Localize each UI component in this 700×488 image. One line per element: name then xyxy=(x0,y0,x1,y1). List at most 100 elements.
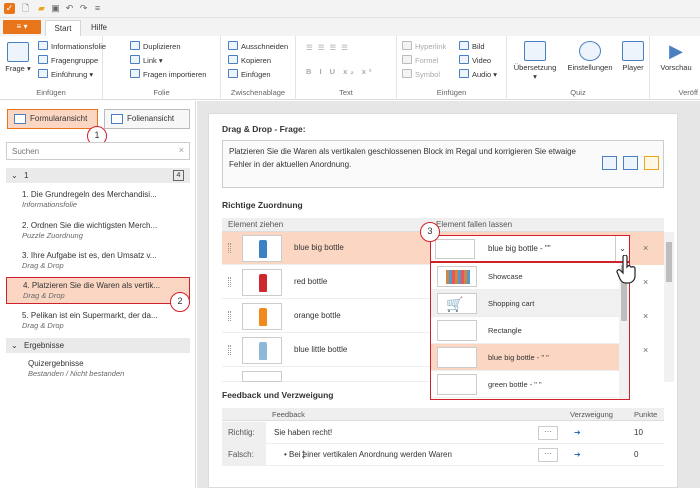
chevron-down-icon: ⌄ xyxy=(11,341,18,350)
audio-button[interactable]: Audio ▾ xyxy=(459,69,497,80)
tab-start[interactable]: Start xyxy=(45,20,81,36)
bottle-thumbnail xyxy=(242,337,282,364)
dropdown-option[interactable]: Showcase xyxy=(431,263,619,290)
copy-icon xyxy=(228,55,238,64)
dropdown-option[interactable]: green bottle - " " xyxy=(431,371,619,398)
frage-button[interactable]: Frage ▾ xyxy=(5,42,31,73)
ribbon-group-text: ☰☰☰☰ B I U x₂ x² Text xyxy=(296,36,397,100)
table-scroll-thumb[interactable] xyxy=(666,242,672,282)
feedback-text[interactable]: Sie haben recht! xyxy=(274,422,332,444)
quiz-results-item[interactable]: Quizergebnisse Bestanden / Nicht bestande… xyxy=(6,356,190,383)
audio-icon xyxy=(459,69,469,78)
form-view-button[interactable]: Formularansicht xyxy=(7,109,98,129)
text-format-buttons[interactable]: B I U x₂ x² xyxy=(306,66,374,77)
duplicate-button[interactable]: Duplizieren xyxy=(130,41,181,52)
bottle-shape xyxy=(259,308,267,326)
paste-button[interactable]: Einfügen xyxy=(228,69,271,80)
question-group-button[interactable]: Fragengruppe xyxy=(38,55,98,66)
settings-button[interactable]: Einstellungen xyxy=(563,41,617,72)
copy-button[interactable]: Kopieren xyxy=(228,55,271,66)
undo-icon[interactable]: ↶ xyxy=(64,3,75,14)
callout-badge-2: 2 xyxy=(170,292,190,312)
group-label-text: Text xyxy=(339,88,353,97)
customize-quick-access-icon[interactable]: ≡ xyxy=(92,3,103,14)
ribbon: Frage ▾ Informationsfolie Fragengruppe E… xyxy=(0,36,700,100)
drop-target-select[interactable]: blue big bottle - "" ⌄ xyxy=(430,235,630,262)
dropdown-option[interactable]: blue big bottle - " " xyxy=(431,344,619,371)
link-button[interactable]: Link ▾ xyxy=(130,55,163,66)
group-label-einfuegen: Einfügen xyxy=(36,88,66,97)
col-feedback-header: Feedback xyxy=(272,410,305,419)
more-options-button[interactable]: ··· xyxy=(538,426,558,440)
ribbon-group-quiz: Übersetzung ▾ Einstellungen Player Quiz xyxy=(507,36,650,100)
cut-button[interactable]: Ausschneiden xyxy=(228,41,288,52)
redo-icon[interactable]: ↷ xyxy=(78,3,89,14)
more-options-button[interactable]: ··· xyxy=(538,448,558,462)
dropdown-option[interactable]: Rectangle xyxy=(431,317,619,344)
insert-image-icon[interactable] xyxy=(602,156,617,170)
group-label-veroeffentlichen: Veröff xyxy=(678,88,698,97)
save-icon[interactable]: ▣ xyxy=(50,3,61,14)
spin-arrows-icon[interactable]: ▴ ▾ xyxy=(302,449,310,461)
chevron-down-icon: ⌄ xyxy=(11,171,18,180)
drag-handle-icon[interactable] xyxy=(228,345,231,355)
image-button[interactable]: Bild xyxy=(459,41,485,52)
slide-item-5[interactable]: 5. Pelikan ist ein Supermarkt, der da...… xyxy=(6,308,190,335)
image-icon xyxy=(459,41,469,50)
question-text-field[interactable]: Platzieren Sie die Waren als vertikalen … xyxy=(222,140,664,188)
search-input[interactable] xyxy=(7,143,167,159)
bottle-thumbnail xyxy=(242,303,282,330)
delete-row-icon[interactable]: × xyxy=(643,277,648,287)
search-box[interactable]: × xyxy=(6,142,190,160)
table-scrollbar[interactable] xyxy=(664,232,674,382)
question-icon xyxy=(7,42,29,62)
question-heading: Drag & Drop - Frage: xyxy=(222,124,306,134)
points-value[interactable]: 0 xyxy=(634,444,638,466)
drag-handle-icon[interactable] xyxy=(228,311,231,321)
symbol-button[interactable]: Symbol xyxy=(402,69,440,80)
introduction-button[interactable]: Einführung ▾ xyxy=(38,69,93,80)
feedback-row-wrong: Falsch: • Bei einer vertikalen Anordnung… xyxy=(222,444,664,466)
group-label-folie: Folie xyxy=(153,88,170,97)
dropdown-option[interactable]: 🛒 Shopping cart xyxy=(431,290,619,317)
arrow-right-icon[interactable]: ➔ xyxy=(574,444,581,466)
hyperlink-button[interactable]: Hyperlink xyxy=(402,41,446,52)
slide-item-4[interactable]: 4. Platzieren Sie die Waren als vertik..… xyxy=(6,277,190,304)
import-questions-button[interactable]: Fragen importieren xyxy=(130,69,206,80)
group-header-1[interactable]: ⌄ 1 4 xyxy=(6,168,190,183)
tab-hilfe[interactable]: Hilfe xyxy=(84,20,114,36)
insert-audio-icon[interactable] xyxy=(644,156,659,170)
slide-item-3[interactable]: 3. Ihre Aufgabe ist es, den Umsatz v... D… xyxy=(6,248,190,275)
translation-button[interactable]: Übersetzung ▾ xyxy=(511,41,559,81)
clear-search-icon[interactable]: × xyxy=(179,145,184,155)
feedback-heading: Feedback und Verzweigung xyxy=(222,390,334,400)
info-slide-button[interactable]: Informationsfolie xyxy=(38,41,106,52)
player-button[interactable]: Player xyxy=(619,41,647,72)
new-file-icon[interactable]: 🗋 xyxy=(20,3,31,14)
insert-video-icon[interactable] xyxy=(623,156,638,170)
slide-item-1[interactable]: 1. Die Grundregeln des Merchandisi... Inf… xyxy=(6,187,190,214)
dropdown-options-list: Showcase 🛒 Shopping cart Rectangle blue … xyxy=(430,262,630,400)
formula-button[interactable]: Formel xyxy=(402,55,438,66)
question-group-icon xyxy=(38,55,48,64)
video-icon xyxy=(459,55,469,64)
info-slide-icon xyxy=(38,41,48,50)
slide-item-2[interactable]: 2. Ordnen Sie die wichtigsten Merch... Pu… xyxy=(6,218,190,245)
video-button[interactable]: Video xyxy=(459,55,491,66)
open-folder-icon[interactable]: ▰ xyxy=(36,3,47,14)
preview-button[interactable]: ▶ Vorschau xyxy=(656,41,696,72)
group-header-results[interactable]: ⌄ Ergebnisse xyxy=(6,338,190,353)
arrow-right-icon[interactable]: ➔ xyxy=(574,422,581,444)
delete-row-icon[interactable]: × xyxy=(643,311,648,321)
points-value[interactable]: 10 xyxy=(634,422,643,444)
drag-handle-icon[interactable] xyxy=(228,243,231,253)
slide-view-button[interactable]: Folienansicht xyxy=(104,109,190,129)
group-label-quiz: Quiz xyxy=(570,88,586,97)
list-format-buttons[interactable]: ☰☰☰☰ xyxy=(306,42,353,53)
slide-view-icon xyxy=(111,114,123,124)
drag-handle-icon[interactable] xyxy=(228,277,231,287)
translation-icon xyxy=(524,41,546,61)
file-menu-button[interactable]: ≡ ▾ xyxy=(3,20,41,34)
delete-row-icon[interactable]: × xyxy=(643,345,648,355)
delete-row-icon[interactable]: × xyxy=(643,243,648,253)
